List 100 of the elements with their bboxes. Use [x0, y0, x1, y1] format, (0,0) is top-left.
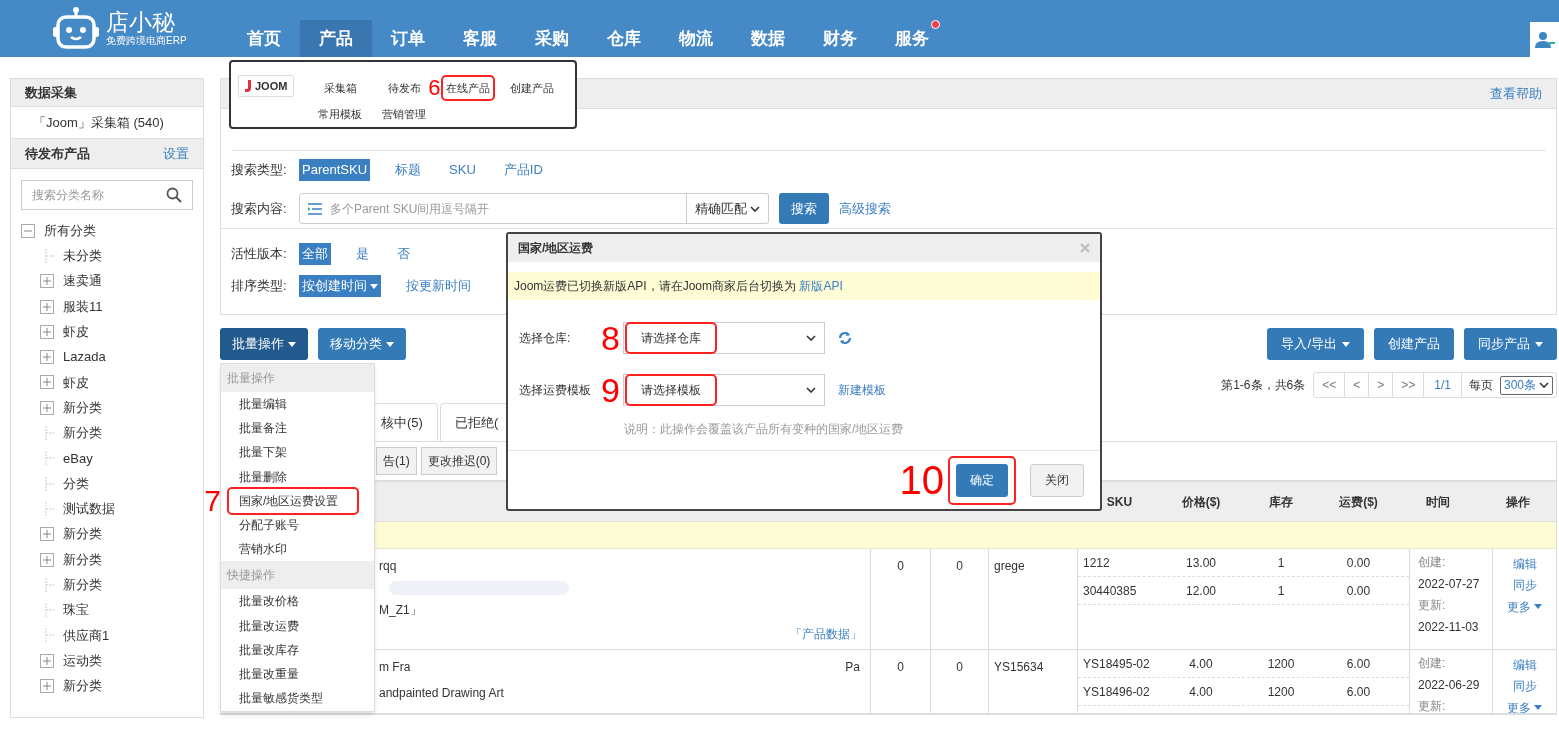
nav-tab[interactable]: 订单 [372, 20, 444, 57]
tree-item[interactable]: 虾皮 [63, 372, 89, 393]
product-data-link[interactable]: 「产品数据」 [790, 625, 862, 643]
tree-item[interactable]: 测试数据 [63, 499, 115, 519]
menu-item[interactable]: 批量改重量 [229, 661, 309, 686]
menu-item[interactable]: 常用模板 [315, 102, 366, 126]
user-tab[interactable] [1530, 22, 1559, 57]
nav-tab[interactable]: 数据 [732, 20, 804, 57]
menu-item[interactable]: 国家/地区运费设置 [229, 488, 357, 513]
tree-item[interactable]: 运动类 [63, 650, 102, 671]
tree-item[interactable]: eBay [63, 448, 93, 469]
nav-tab[interactable]: 首页 [228, 20, 300, 57]
new-api-link[interactable]: 新版API [799, 279, 843, 293]
menu-item[interactable]: 批量下架 [229, 440, 297, 465]
tree-item[interactable]: 新分类 [63, 397, 102, 418]
toolbar-button[interactable]: 同步产品 [1464, 328, 1557, 360]
expand-icon[interactable] [40, 375, 54, 390]
menu-item[interactable]: 批量编辑 [229, 392, 297, 417]
menu-item[interactable]: 采集箱 [320, 76, 360, 100]
nav-tab[interactable]: 采购 [516, 20, 588, 57]
expand-icon[interactable] [40, 324, 54, 339]
menu-item[interactable]: 批量敏感货类型 [229, 686, 333, 711]
toolbar-button[interactable]: 导入/导出 [1267, 328, 1364, 360]
menu-item[interactable]: 批量改库存 [229, 637, 309, 662]
menu-item[interactable]: 在线产品 [443, 76, 494, 100]
tree-item[interactable]: Lazada [63, 347, 106, 367]
category-search-field[interactable]: 搜索分类名称 [21, 180, 193, 210]
filter-option[interactable]: 按创建时间 [299, 275, 381, 297]
help-link[interactable]: 查看帮助 [1490, 83, 1542, 104]
close-icon[interactable] [1080, 243, 1090, 253]
dropdown-select[interactable]: 请选择模板 [623, 374, 825, 406]
toolbar-button[interactable]: 批量操作 [220, 328, 308, 360]
page-button[interactable]: < [1345, 373, 1370, 397]
search-button[interactable]: 搜索 [779, 193, 829, 224]
filter-button[interactable]: 告(1) [376, 447, 417, 475]
per-page-select[interactable]: 300条 [1499, 375, 1553, 395]
match-select[interactable]: 精确匹配 [687, 193, 769, 224]
nav-tab[interactable]: 物流 [660, 20, 732, 57]
expand-icon[interactable] [40, 552, 54, 567]
action-link[interactable]: 更多 [1507, 596, 1542, 618]
sku-search-input[interactable]: 多个Parent SKU间用逗号隔开 [330, 199, 678, 218]
new-template-link[interactable]: 新建模板 [838, 381, 886, 399]
tree-item[interactable]: 虾皮 [63, 322, 89, 342]
menu-item[interactable]: 批量改运费 [229, 613, 309, 638]
filter-option[interactable]: 标题 [392, 159, 425, 181]
tree-item[interactable]: 新分类 [63, 676, 102, 696]
nav-tab[interactable]: 产品 [300, 20, 372, 57]
filter-option[interactable]: 按更新时间 [403, 275, 474, 297]
tree-item[interactable]: 新分类 [63, 524, 102, 544]
advanced-search-link[interactable]: 高级搜索 [839, 198, 891, 219]
expand-icon[interactable] [40, 350, 54, 365]
tree-item[interactable]: 服装11 [63, 296, 103, 317]
close-button[interactable]: 关闭 [1030, 463, 1084, 497]
menu-item[interactable]: 营销水印 [229, 537, 297, 562]
filter-option[interactable]: ParentSKU [299, 159, 371, 181]
action-link[interactable]: 同步 [1512, 675, 1537, 697]
tree-item[interactable]: 供应商1 [63, 625, 110, 646]
search-input[interactable]: 多个Parent SKU间用逗号隔开 [299, 193, 687, 224]
refresh-icon[interactable] [838, 331, 852, 345]
collapse-icon[interactable] [21, 223, 35, 238]
expand-icon[interactable] [40, 274, 54, 289]
menu-item[interactable]: 批量备注 [229, 416, 297, 441]
settings-link[interactable]: 设置 [163, 143, 189, 164]
dropdown-select[interactable]: 请选择仓库 [623, 322, 825, 354]
filter-option[interactable]: 否 [394, 243, 413, 265]
action-link[interactable]: 编辑 [1512, 654, 1537, 676]
expand-icon[interactable] [40, 299, 54, 314]
page-button[interactable]: > [1369, 373, 1394, 397]
confirm-button[interactable]: 确定 [956, 463, 1008, 497]
filter-option[interactable]: SKU [446, 159, 479, 181]
toolbar-button[interactable]: 创建产品 [1374, 328, 1454, 360]
tree-item[interactable]: 新分类 [63, 575, 102, 595]
tree-item[interactable]: 未分类 [63, 246, 102, 266]
expand-icon[interactable] [40, 679, 54, 693]
category-search-input[interactable]: 搜索分类名称 [32, 186, 162, 204]
tree-item[interactable]: 分类 [63, 473, 89, 494]
filter-button[interactable]: 更改推迟(0) [420, 447, 498, 475]
menu-item[interactable]: 待发布 [384, 76, 424, 100]
tree-item[interactable]: 所有分类 [44, 220, 96, 241]
menu-item[interactable]: 批量改价格 [229, 589, 309, 614]
filter-option[interactable]: 全部 [299, 243, 331, 265]
expand-icon[interactable] [40, 527, 54, 542]
menu-item[interactable]: 批量删除 [229, 464, 297, 489]
platform-badge[interactable]: JOOM [238, 75, 295, 97]
nav-tab[interactable]: 服务 [876, 20, 948, 57]
tree-item[interactable]: 新分类 [63, 423, 102, 443]
action-link[interactable]: 更多 [1507, 697, 1542, 713]
tree-item[interactable]: 新分类 [63, 549, 102, 570]
action-link[interactable]: 同步 [1512, 574, 1537, 596]
nav-tab[interactable]: 客服 [444, 20, 516, 57]
expand-icon[interactable] [40, 400, 54, 415]
action-link[interactable]: 编辑 [1512, 553, 1537, 575]
menu-item[interactable]: 创建产品 [507, 76, 558, 100]
menu-item[interactable]: 营销管理 [379, 102, 430, 126]
nav-tab[interactable]: 仓库 [588, 20, 660, 57]
expand-icon[interactable] [40, 653, 54, 668]
filter-option[interactable]: 产品ID [500, 159, 546, 181]
menu-item[interactable]: 分配子账号 [229, 513, 309, 538]
page-button[interactable]: << [1314, 373, 1346, 397]
filter-option[interactable]: 是 [353, 243, 372, 265]
